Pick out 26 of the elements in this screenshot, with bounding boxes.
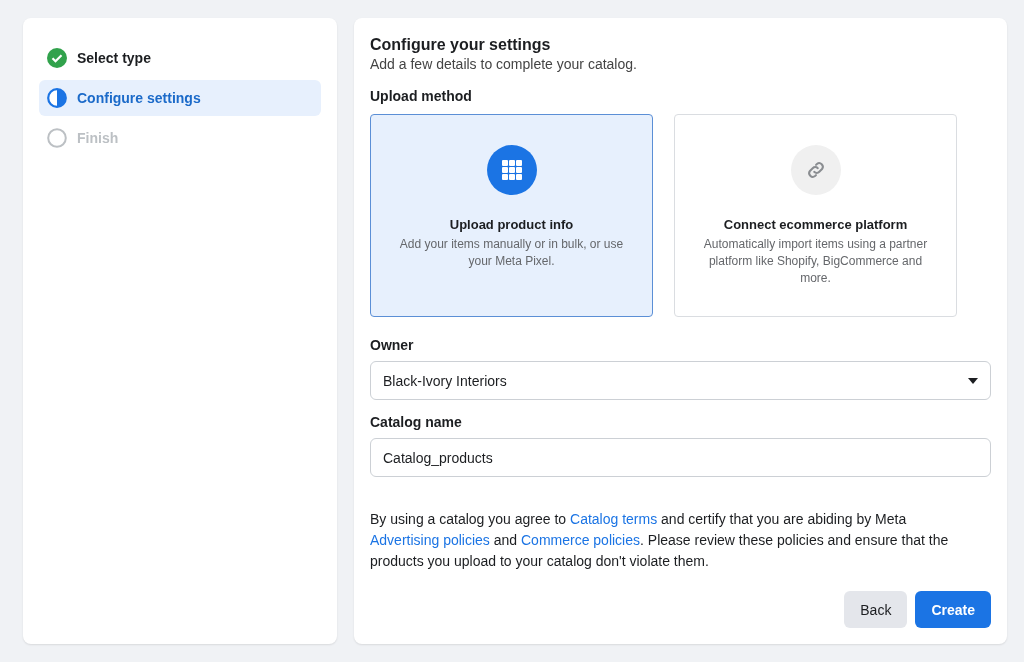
catalog-name-input[interactable]: Catalog_products xyxy=(370,438,991,477)
owner-dropdown[interactable]: Black-Ivory Interiors xyxy=(370,361,991,400)
policy-link[interactable]: Advertising policies xyxy=(370,532,490,548)
back-button[interactable]: Back xyxy=(844,591,908,628)
half-circle-icon xyxy=(47,88,67,108)
step-item[interactable]: Configure settings xyxy=(39,80,321,116)
check-circle-icon xyxy=(47,48,67,68)
empty-circle-icon xyxy=(47,128,67,148)
agreement-text: By using a catalog you agree to Catalog terms and certify that you are abiding by Meta Advertising policies and Commerce policies. Please review these policies and ensure that the products you upload to your catalog don't violate them. xyxy=(370,510,950,571)
option-card[interactable]: Upload product info Add your items manually or in bulk, or use your Meta Pixel. xyxy=(370,114,653,317)
grid-icon xyxy=(486,145,537,195)
create-button[interactable]: Create xyxy=(915,591,991,628)
option-card[interactable]: Connect ecommerce platform Automatically import items using a partner platform like Shopify, BigCommerce and more. xyxy=(674,114,957,317)
form-subtitle: Add a few details to complete your catalog. xyxy=(370,56,638,72)
link-icon xyxy=(790,145,841,195)
field-label: Owner xyxy=(370,337,415,353)
form-title: Configure your settings xyxy=(370,36,552,54)
policy-link[interactable]: Catalog terms xyxy=(570,511,658,527)
step-item[interactable]: Select type xyxy=(39,40,321,76)
field-label: Upload method xyxy=(370,88,473,104)
option-description: Automatically import items using a partner platform like Shopify, BigCommerce and more. xyxy=(702,236,929,287)
option-title: Connect ecommerce platform xyxy=(723,217,908,232)
option-description: Add your items manually or in bulk, or use your Meta Pixel. xyxy=(398,236,625,270)
option-title: Upload product info xyxy=(449,217,574,232)
field-label: Catalog name xyxy=(370,414,463,430)
caret-icon xyxy=(968,377,978,384)
